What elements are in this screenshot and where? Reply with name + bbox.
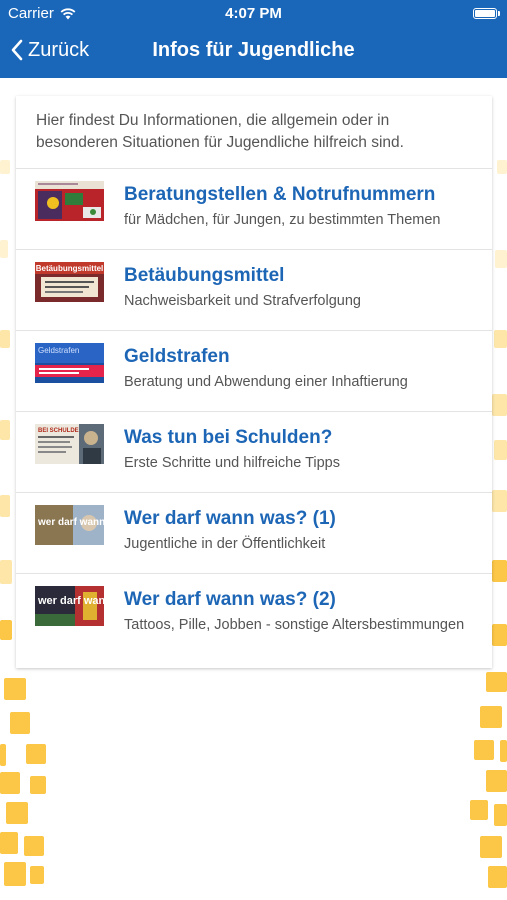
item-subtitle: Erste Schritte und hilfreiche Tipps (124, 455, 340, 471)
navigation-bar: Zurück Infos für Jugendliche (0, 28, 507, 78)
svg-text:BEI SCHULDEN: BEI SCHULDEN (38, 428, 83, 434)
svg-text:Betäubungsmittel: Betäubungsmittel (36, 264, 104, 273)
werdarf1-thumbnail: wer darf wann (35, 505, 104, 545)
item-subtitle: Beratung und Abwendung einer Inhaftierun… (124, 374, 408, 390)
list-item-wer-darf-1[interactable]: wer darf wann Wer darf wann was? (1) Jug… (16, 493, 492, 574)
item-subtitle: Nachweisbarkeit und Strafverfolgung (124, 293, 361, 309)
list-item-wer-darf-2[interactable]: wer darf wann Wer darf wann was? (2) Tat… (16, 574, 492, 668)
status-time: 4:07 PM (225, 5, 282, 22)
list-item-beratungsstellen[interactable]: Beratungstellen & Notrufnummern für Mädc… (16, 169, 492, 250)
betaeubungsmittel-thumbnail: Betäubungsmittel (35, 262, 104, 302)
svg-text:wer darf wann: wer darf wann (37, 517, 104, 528)
beratung-thumbnail (35, 181, 104, 221)
svg-text:Geldstrafen: Geldstrafen (38, 346, 79, 355)
list-item-geldstrafen[interactable]: Geldstrafen Geldstrafen Beratung und Abw… (16, 331, 492, 412)
geldstrafen-thumbnail: Geldstrafen (35, 343, 104, 383)
werdarf2-thumbnail: wer darf wann (35, 586, 104, 626)
intro-text: Hier findest Du Informationen, die allge… (16, 96, 492, 169)
info-card: Hier findest Du Informationen, die allge… (16, 96, 492, 668)
item-subtitle: Tattoos, Pille, Jobben - sonstige Alters… (124, 617, 465, 633)
item-subtitle: Jugentliche in der Öffentlichkeit (124, 536, 326, 552)
item-title: Betäubungsmittel (124, 265, 285, 286)
status-bar: Carrier 4:07 PM (0, 0, 507, 28)
page-title: Infos für Jugendliche (152, 39, 355, 61)
item-title: Beratungstellen & Notrufnummern (124, 184, 436, 205)
list-item-betaeubungsmittel[interactable]: Betäubungsmittel Betäubungsmittel Nachwe… (16, 250, 492, 331)
item-title: Geldstrafen (124, 346, 230, 367)
item-subtitle: für Mädchen, für Jungen, zu bestimmten T… (124, 212, 441, 228)
svg-text:wer darf wann: wer darf wann (37, 595, 104, 607)
item-title: Wer darf wann was? (1) (124, 508, 336, 529)
battery-icon (473, 8, 500, 19)
item-title: Wer darf wann was? (2) (124, 589, 336, 610)
item-title: Was tun bei Schulden? (124, 427, 333, 448)
list-item-schulden[interactable]: BEI SCHULDEN Was tun bei Schulden? Erste… (16, 412, 492, 493)
schulden-thumbnail: BEI SCHULDEN (35, 424, 104, 464)
